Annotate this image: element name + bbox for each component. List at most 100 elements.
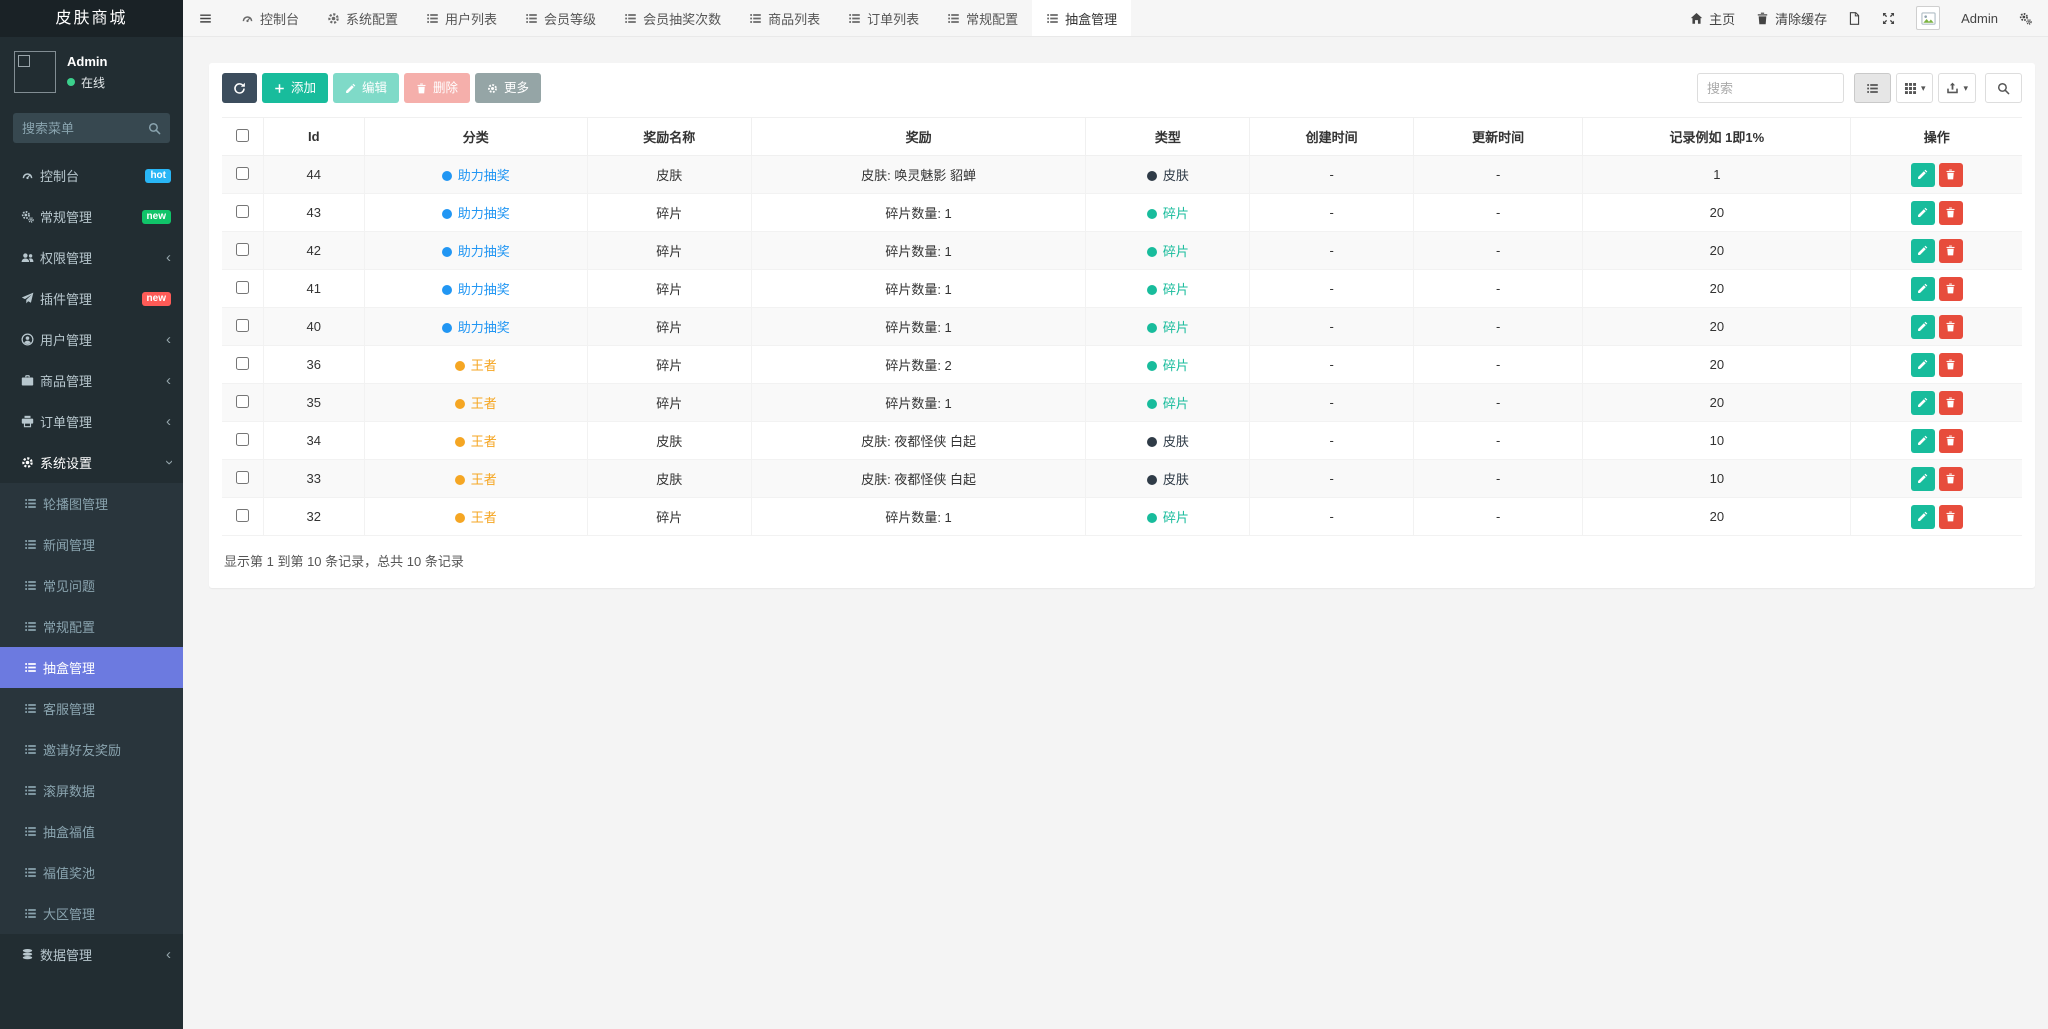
search-icon[interactable]: [148, 122, 161, 135]
home-label: 主页: [1709, 11, 1736, 27]
submenu-item-8[interactable]: 抽盒福值: [0, 811, 183, 852]
row-checkbox-cell: [222, 421, 264, 460]
tab-5[interactable]: 商品列表: [735, 0, 834, 36]
category-link[interactable]: 王者: [471, 510, 497, 525]
row-delete-button[interactable]: [1938, 428, 1963, 453]
table-search-input[interactable]: [1696, 73, 1844, 103]
type-dot: [1146, 209, 1157, 219]
sidebar-item-label: 用户管理: [40, 333, 93, 348]
submenu-item-7[interactable]: 滚屏数据: [0, 770, 183, 811]
row-delete-button[interactable]: [1938, 466, 1963, 491]
row-checkbox[interactable]: [235, 470, 249, 484]
menu-toggle-icon[interactable]: [183, 0, 227, 36]
submenu-item-3[interactable]: 常规配置: [0, 606, 183, 647]
sidebar-search-input[interactable]: [22, 120, 148, 136]
row-checkbox[interactable]: [235, 242, 249, 256]
sidebar-item-3[interactable]: 插件管理 new: [0, 278, 183, 319]
tab-8[interactable]: 抽盒管理: [1032, 0, 1132, 36]
username[interactable]: Admin: [1961, 11, 1998, 26]
tab-1[interactable]: 系统配置: [313, 0, 412, 36]
fullscreen-button[interactable]: [1882, 12, 1895, 25]
submenu-item-0[interactable]: 轮播图管理: [0, 483, 183, 524]
tab-3[interactable]: 会员等级: [511, 0, 610, 36]
row-checkbox[interactable]: [235, 394, 249, 408]
tab-4[interactable]: 会员抽奖次数: [610, 0, 735, 36]
tab-label: 抽盒管理: [1065, 11, 1118, 27]
row-delete-button[interactable]: [1938, 390, 1963, 415]
submenu-item-9[interactable]: 福值奖池: [0, 852, 183, 893]
row-delete-button[interactable]: [1938, 352, 1963, 377]
row-edit-button[interactable]: [1910, 390, 1935, 415]
printer-icon: [15, 415, 40, 428]
row-delete-button[interactable]: [1938, 314, 1963, 339]
row-edit-button[interactable]: [1910, 314, 1935, 339]
row-checkbox[interactable]: [235, 166, 249, 180]
search-button[interactable]: [1985, 73, 2022, 103]
avatar[interactable]: [1916, 6, 1941, 30]
row-checkbox[interactable]: [235, 204, 249, 218]
row-checkbox[interactable]: [235, 432, 249, 446]
category-link[interactable]: 王者: [471, 472, 497, 487]
more-button[interactable]: 更多: [475, 73, 542, 103]
row-edit-button[interactable]: [1910, 466, 1935, 491]
sidebar-item-4[interactable]: 用户管理 ‹: [0, 319, 183, 360]
row-checkbox[interactable]: [235, 280, 249, 294]
sidebar-item-6[interactable]: 订单管理 ‹: [0, 401, 183, 442]
row-delete-button[interactable]: [1938, 162, 1963, 187]
row-checkbox[interactable]: [235, 356, 249, 370]
row-edit-button[interactable]: [1910, 428, 1935, 453]
tab-7[interactable]: 常规配置: [933, 0, 1032, 36]
row-checkbox[interactable]: [235, 508, 249, 522]
category-link[interactable]: 王者: [471, 434, 497, 449]
row-delete-button[interactable]: [1938, 504, 1963, 529]
row-edit-button[interactable]: [1910, 162, 1935, 187]
settings-gears-icon[interactable]: [2019, 12, 2032, 25]
edit-button[interactable]: 编辑: [333, 73, 400, 103]
category-link[interactable]: 助力抽奖: [458, 282, 510, 297]
sidebar-item-2[interactable]: 权限管理 ‹: [0, 237, 183, 278]
toggle-view-button[interactable]: [1853, 73, 1891, 103]
category-link[interactable]: 王者: [471, 358, 497, 373]
category-link[interactable]: 助力抽奖: [458, 320, 510, 335]
submenu-item-4[interactable]: 抽盒管理: [0, 647, 183, 688]
submenu-item-5[interactable]: 客服管理: [0, 688, 183, 729]
category-link[interactable]: 王者: [471, 396, 497, 411]
submenu-item-2[interactable]: 常见问题: [0, 565, 183, 606]
row-delete-button[interactable]: [1938, 200, 1963, 225]
cell-type: 皮肤: [1085, 155, 1251, 194]
sidebar-item-1[interactable]: 常规管理 new: [0, 196, 183, 237]
row-edit-button[interactable]: [1910, 504, 1935, 529]
category-link[interactable]: 助力抽奖: [458, 168, 510, 183]
sidebar-item-8[interactable]: 数据管理 ‹: [0, 934, 183, 975]
row-edit-button[interactable]: [1910, 200, 1935, 225]
home-link[interactable]: 主页: [1690, 9, 1735, 28]
delete-button[interactable]: 删除: [404, 73, 471, 103]
row-delete-button[interactable]: [1938, 238, 1963, 263]
tab-0[interactable]: 控制台: [227, 0, 313, 36]
category-link[interactable]: 助力抽奖: [458, 206, 510, 221]
tab-6[interactable]: 订单列表: [834, 0, 933, 36]
category-link[interactable]: 助力抽奖: [458, 244, 510, 259]
type-label: 碎片: [1162, 358, 1189, 373]
cell-id: 34: [262, 421, 365, 460]
clear-cache-link[interactable]: 清除缓存: [1756, 9, 1827, 28]
row-checkbox[interactable]: [235, 318, 249, 332]
sidebar-item-7[interactable]: 系统设置 ‹: [0, 442, 183, 483]
row-delete-button[interactable]: [1938, 276, 1963, 301]
submenu-item-6[interactable]: 邀请好友奖励: [0, 729, 183, 770]
refresh-button[interactable]: [222, 73, 257, 103]
sidebar-avatar[interactable]: [14, 51, 56, 93]
export-button[interactable]: ▾: [1938, 73, 1976, 103]
submenu-item-1[interactable]: 新闻管理: [0, 524, 183, 565]
select-all-checkbox[interactable]: [235, 128, 249, 142]
columns-button[interactable]: ▾: [1895, 73, 1934, 103]
submenu-item-10[interactable]: 大区管理: [0, 893, 183, 934]
sidebar-item-0[interactable]: 控制台 hot: [0, 155, 183, 196]
tab-2[interactable]: 用户列表: [412, 0, 511, 36]
file-button[interactable]: [1848, 11, 1861, 25]
row-edit-button[interactable]: [1910, 276, 1935, 301]
row-edit-button[interactable]: [1910, 238, 1935, 263]
sidebar-item-5[interactable]: 商品管理 ‹: [0, 360, 183, 401]
add-button[interactable]: 添加: [262, 73, 329, 103]
row-edit-button[interactable]: [1910, 352, 1935, 377]
